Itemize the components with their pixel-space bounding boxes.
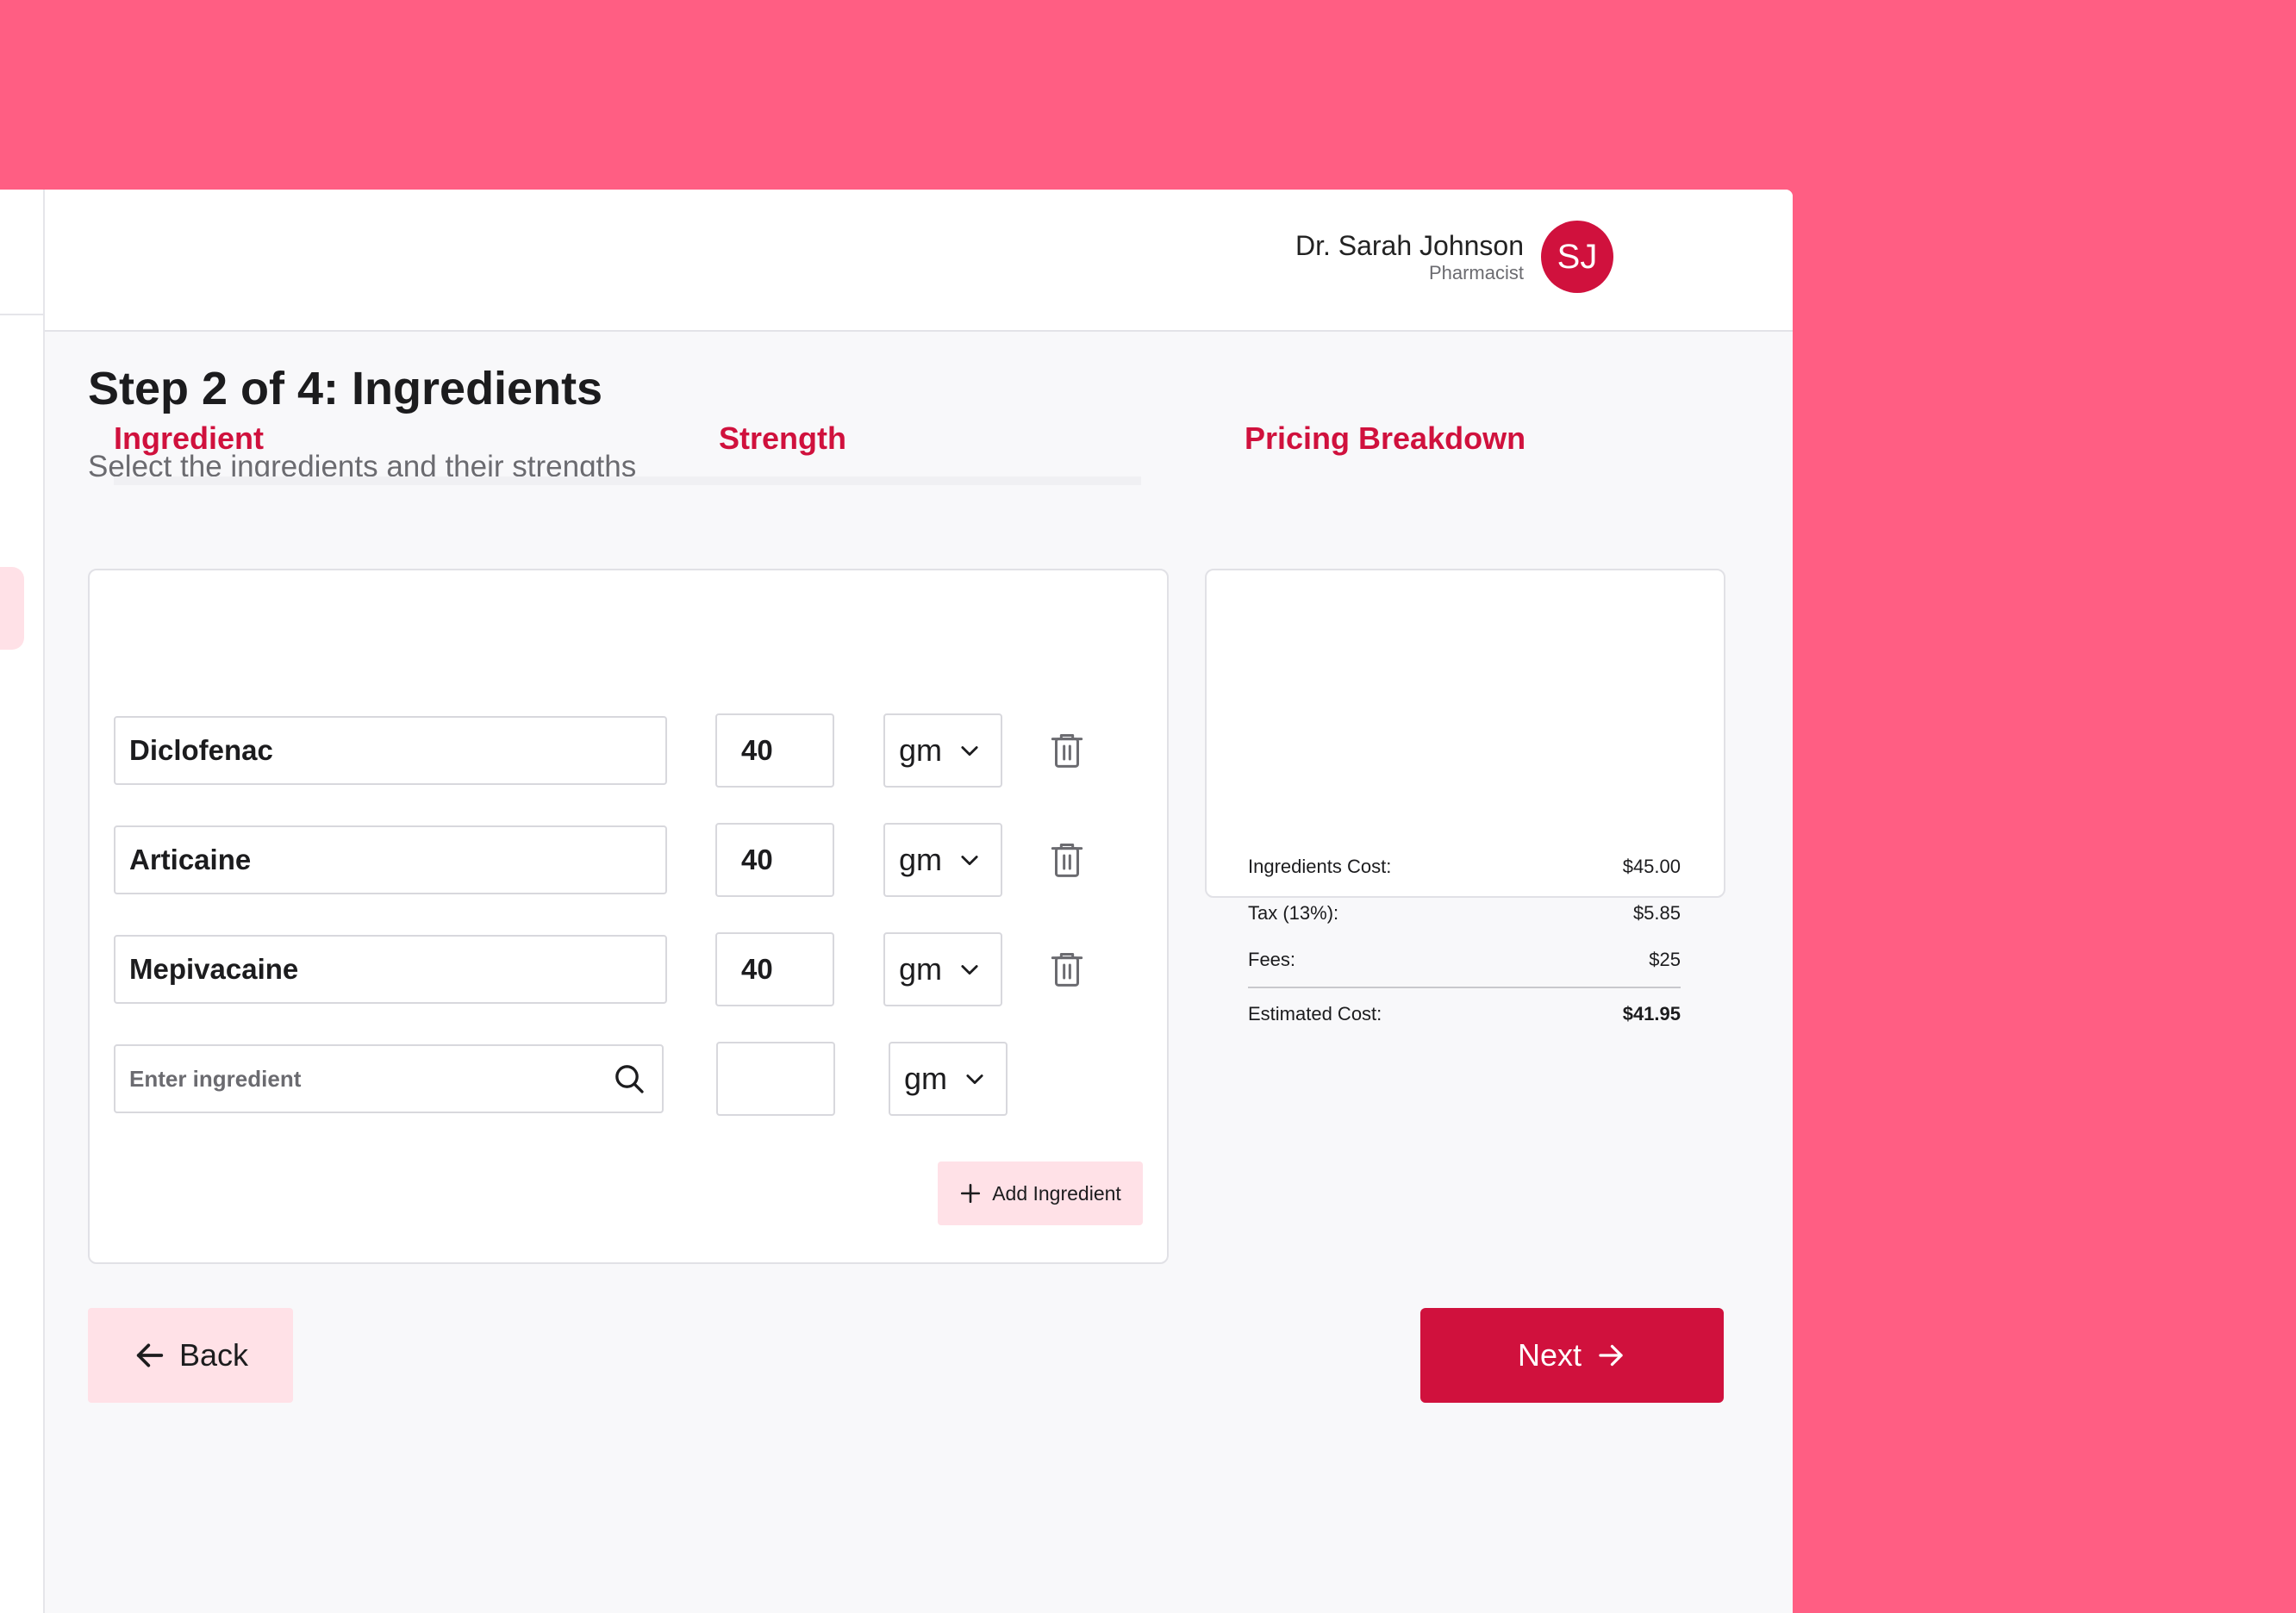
arrow-right-icon	[1599, 1344, 1623, 1367]
sidebar-active-indicator[interactable]	[0, 567, 24, 650]
user-role: Pharmacist	[1428, 262, 1524, 283]
price-value: $25	[1649, 949, 1681, 970]
price-row-fees: Fees: $25	[1248, 949, 1681, 971]
trash-icon[interactable]	[1050, 841, 1084, 879]
price-label: Ingredients Cost:	[1248, 856, 1392, 877]
strength-field-empty[interactable]	[716, 1042, 835, 1116]
user-name: Dr. Sarah Johnson	[1295, 230, 1524, 261]
pricing-card	[1205, 569, 1725, 898]
estimated-cost-value: $41.95	[1622, 1003, 1681, 1024]
chevron-down-icon	[961, 746, 978, 757]
arrow-left-icon	[136, 1343, 164, 1367]
app-window: Dr. Sarah Johnson Pharmacist SJ Step 2 o…	[45, 190, 1793, 1613]
ingredient-search-field[interactable]	[114, 1044, 664, 1113]
add-ingredient-button[interactable]: Add Ingredient	[938, 1161, 1143, 1225]
plus-icon	[961, 1183, 981, 1204]
price-value: $5.85	[1632, 902, 1681, 924]
sidebar-divider	[0, 314, 45, 315]
column-header-ingredient: Ingredient	[114, 420, 265, 456]
chevron-down-icon	[966, 1074, 983, 1085]
ingredient-name-field[interactable]: Articaine	[114, 825, 667, 894]
trash-icon[interactable]	[1050, 950, 1084, 988]
header-divider	[114, 476, 1141, 485]
strength-field[interactable]: 40	[715, 823, 834, 897]
chevron-down-icon	[961, 856, 978, 866]
next-button[interactable]: Next	[1420, 1308, 1724, 1403]
back-label: Back	[178, 1337, 249, 1373]
add-ingredient-label: Add Ingredient	[992, 1181, 1121, 1205]
unit-select[interactable]: gm	[883, 713, 1002, 788]
ingredient-search-input[interactable]	[129, 1065, 577, 1093]
ingredients-card	[88, 569, 1169, 1264]
chevron-down-icon	[961, 965, 978, 975]
price-value: $45.00	[1622, 856, 1681, 877]
pricing-title: Pricing Breakdown	[1245, 420, 1526, 456]
user-profile[interactable]: Dr. Sarah Johnson Pharmacist SJ	[1295, 221, 1613, 293]
price-label: Tax (13%):	[1248, 902, 1339, 924]
ingredient-name-field[interactable]: Mepivacaine	[114, 935, 667, 1004]
unit-value: gm	[899, 951, 943, 987]
price-row-estimated: Estimated Cost: $41.95	[1248, 1003, 1681, 1025]
unit-value: gm	[899, 732, 943, 768]
user-info: Dr. Sarah Johnson Pharmacist	[1295, 229, 1524, 284]
trash-icon[interactable]	[1050, 732, 1084, 769]
unit-select[interactable]: gm	[883, 823, 1002, 897]
pricing-divider	[1248, 987, 1681, 988]
unit-value: gm	[899, 842, 943, 877]
search-icon[interactable]	[612, 1062, 646, 1096]
column-header-strength: Strength	[719, 420, 846, 456]
unit-select[interactable]: gm	[889, 1042, 1008, 1116]
price-row-ingredients: Ingredients Cost: $45.00	[1248, 856, 1681, 878]
next-label: Next	[1517, 1337, 1582, 1373]
strength-field[interactable]: 40	[715, 932, 834, 1006]
sidebar	[0, 190, 45, 1613]
avatar[interactable]: SJ	[1541, 221, 1613, 293]
unit-select[interactable]: gm	[883, 932, 1002, 1006]
price-label: Fees:	[1248, 949, 1296, 970]
ingredient-name-field[interactable]: Diclofenac	[114, 716, 667, 785]
price-row-tax: Tax (13%): $5.85	[1248, 902, 1681, 925]
strength-field[interactable]: 40	[715, 713, 834, 788]
page-title: Step 2 of 4: Ingredients	[88, 363, 603, 414]
back-button[interactable]: Back	[88, 1308, 293, 1403]
unit-value: gm	[904, 1061, 948, 1096]
price-label: Estimated Cost:	[1248, 1003, 1382, 1024]
top-bar: Dr. Sarah Johnson Pharmacist SJ	[45, 190, 1793, 332]
